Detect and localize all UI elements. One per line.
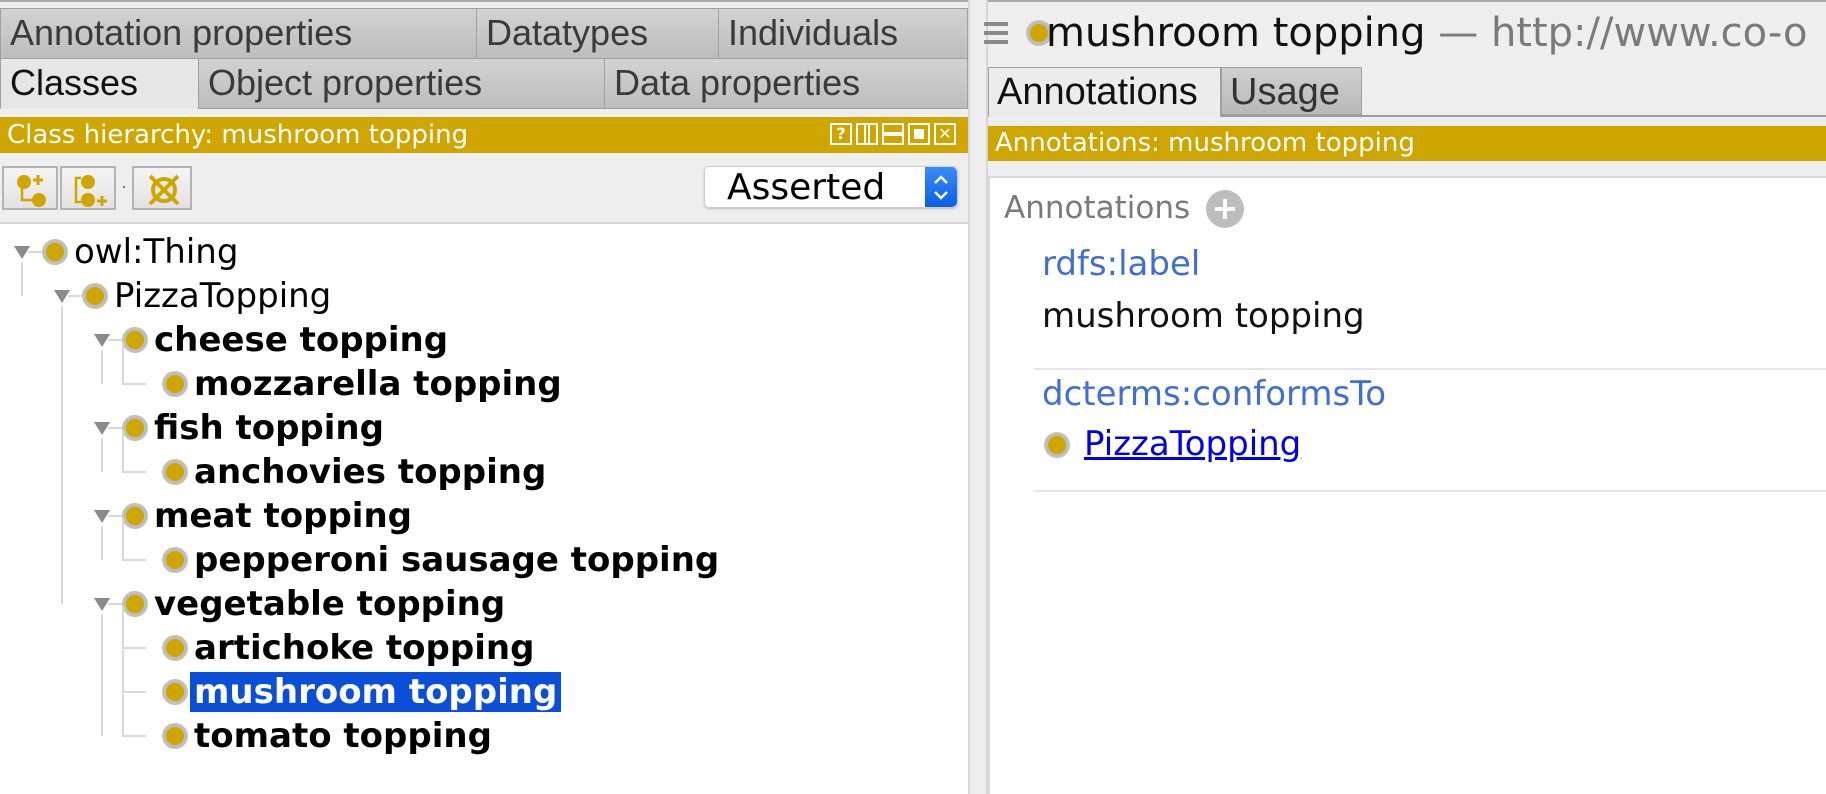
class-icon (162, 547, 188, 573)
maximize-icon[interactable] (908, 123, 930, 145)
class-icon (82, 283, 108, 309)
class-icon (122, 415, 148, 441)
tab-individuals[interactable]: Individuals (718, 8, 968, 59)
entity-uri: http://www.co-o (1490, 10, 1808, 56)
tree-node-label: anchovies topping (194, 452, 547, 492)
tree-connector (122, 559, 146, 561)
class-icon (122, 591, 148, 617)
annotations-heading: Annotations (1004, 190, 1191, 226)
tree-node-label: cheese topping (154, 320, 449, 360)
class-icon (122, 327, 148, 353)
add-sibling-class-icon (74, 175, 107, 207)
title-separator: — (1438, 10, 1479, 56)
class-icon (162, 635, 188, 661)
tree-node[interactable]: PizzaTopping (0, 276, 960, 316)
annotation-property-rdfs-label[interactable]: rdfs:label (1042, 242, 1200, 286)
tab-datatypes[interactable]: Datatypes (476, 8, 719, 59)
delete-class-button[interactable] (132, 166, 192, 210)
split-pane-divider[interactable] (968, 0, 988, 794)
tab-usage[interactable]: Usage (1221, 67, 1362, 115)
annotations-panel: Annotations rdfs:label mushroom topping … (988, 176, 1826, 794)
tree-node-label: fish topping (154, 408, 384, 448)
tab-data-properties[interactable]: Data properties (604, 58, 968, 109)
toolbar-separator (123, 186, 125, 188)
tree-node-label: vegetable topping (154, 584, 506, 624)
tree-node-label: meat topping (154, 496, 413, 536)
close-icon[interactable]: ✕ (934, 123, 956, 145)
tree-connector (122, 735, 146, 737)
annotation-separator (1034, 490, 1826, 492)
class-icon (162, 459, 188, 485)
hamburger-icon[interactable] (984, 22, 1008, 49)
add-subclass-icon (17, 175, 46, 207)
tree-node[interactable]: cheese topping (0, 320, 960, 360)
hierarchy-view-value: Asserted (727, 167, 886, 208)
tree-node-label: tomato topping (194, 716, 492, 756)
annotation-separator (1034, 368, 1826, 370)
split-horizontal-icon[interactable] (882, 123, 904, 145)
tab-object-properties[interactable]: Object properties (198, 58, 605, 109)
class-hierarchy-title: Class hierarchy: mushroom topping (7, 120, 469, 150)
view-window-buttons: ? ✕ (830, 123, 956, 145)
tree-connector (122, 383, 146, 385)
annotation-value: mushroom topping (1042, 296, 1365, 336)
tree-node[interactable]: anchovies topping (0, 430, 960, 492)
chevron-up-down-icon (925, 167, 957, 207)
tree-node[interactable]: meat topping (0, 496, 960, 536)
tree-node-label: artichoke topping (194, 628, 535, 668)
class-icon (1044, 432, 1070, 458)
tree-node[interactable]: artichoke topping (0, 606, 960, 668)
pizzatopping-link[interactable]: PizzaTopping (1084, 422, 1301, 466)
entity-name: mushroom topping (1046, 10, 1426, 56)
tree-node-label: owl:Thing (74, 232, 239, 272)
tree-node[interactable]: owl:Thing (0, 232, 960, 272)
hierarchy-view-select[interactable]: Asserted (704, 166, 958, 208)
tree-connector (122, 694, 124, 737)
tree-connector (122, 430, 124, 473)
annotation-property-dcterms-conformsto[interactable]: dcterms:conformsTo (1042, 372, 1386, 416)
tab-annotations[interactable]: Annotations (988, 67, 1221, 117)
tree-connector (122, 518, 124, 561)
class-hierarchy-header: Class hierarchy: mushroom topping ? ✕ (0, 117, 968, 153)
add-annotation-button[interactable] (1206, 190, 1244, 228)
class-hierarchy-tree: owl:Thing PizzaTopping cheese topping mozza… (0, 222, 968, 794)
tree-node-label: mozzarella topping (194, 364, 562, 404)
tree-node[interactable]: tomato topping (0, 694, 960, 756)
help-icon[interactable]: ? (830, 123, 852, 145)
add-sibling-class-button[interactable] (60, 166, 116, 210)
split-vertical-icon[interactable] (856, 123, 878, 145)
tree-node[interactable]: fish topping (0, 408, 960, 448)
tree-node[interactable]: mozzarella topping (0, 342, 960, 404)
tree-node-label: pepperoni sausage topping (194, 540, 720, 580)
tree-node[interactable]: mushroom topping (0, 650, 960, 712)
window-top-border (0, 0, 1826, 2)
tree-connector (122, 650, 124, 693)
class-icon (162, 371, 188, 397)
entity-title: mushroom topping — http://www.co-o (1046, 6, 1808, 60)
class-icon (42, 239, 68, 265)
class-icon (162, 679, 188, 705)
annotations-title: Annotations: mushroom topping (995, 128, 1415, 158)
tree-node[interactable]: pepperoni sausage topping (0, 518, 960, 580)
tree-node[interactable]: vegetable topping (0, 584, 960, 624)
tree-connector (122, 471, 146, 473)
tree-node-label: PizzaTopping (114, 276, 332, 316)
delete-class-icon (148, 174, 180, 206)
tab-classes[interactable]: Classes (0, 58, 199, 109)
tree-connector (122, 647, 146, 649)
class-icon (162, 723, 188, 749)
tab-annotation-properties[interactable]: Annotation properties (0, 8, 477, 59)
tree-connector (122, 606, 124, 649)
tree-node-label-selected: mushroom topping (190, 672, 562, 712)
tree-connector (122, 691, 146, 693)
annotations-header: Annotations: mushroom topping (988, 126, 1826, 161)
add-subclass-button[interactable] (2, 166, 58, 210)
class-icon (122, 503, 148, 529)
tree-connector (122, 342, 124, 385)
